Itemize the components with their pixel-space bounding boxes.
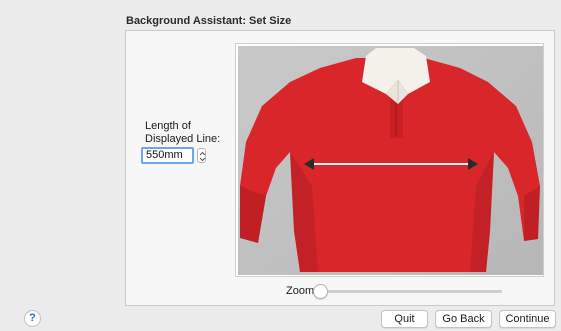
length-label-line1: Length of xyxy=(145,120,191,132)
photo-frame xyxy=(235,43,544,277)
help-button[interactable]: ? xyxy=(24,310,41,327)
length-label-line2: Displayed Line: xyxy=(145,133,221,145)
length-input[interactable]: 550mm xyxy=(141,147,194,164)
zoom-slider-knob[interactable] xyxy=(313,284,328,299)
quit-button[interactable]: Quit xyxy=(381,310,428,328)
go-back-button[interactable]: Go Back xyxy=(435,310,492,328)
length-label: Length of Displayed Line: xyxy=(145,120,225,146)
shirt-photo[interactable] xyxy=(238,46,543,275)
zoom-slider-track[interactable] xyxy=(318,290,502,293)
stepper-icon[interactable] xyxy=(197,148,206,163)
dialog-title: Background Assistant: Set Size xyxy=(126,15,292,27)
continue-button[interactable]: Continue xyxy=(499,310,556,328)
